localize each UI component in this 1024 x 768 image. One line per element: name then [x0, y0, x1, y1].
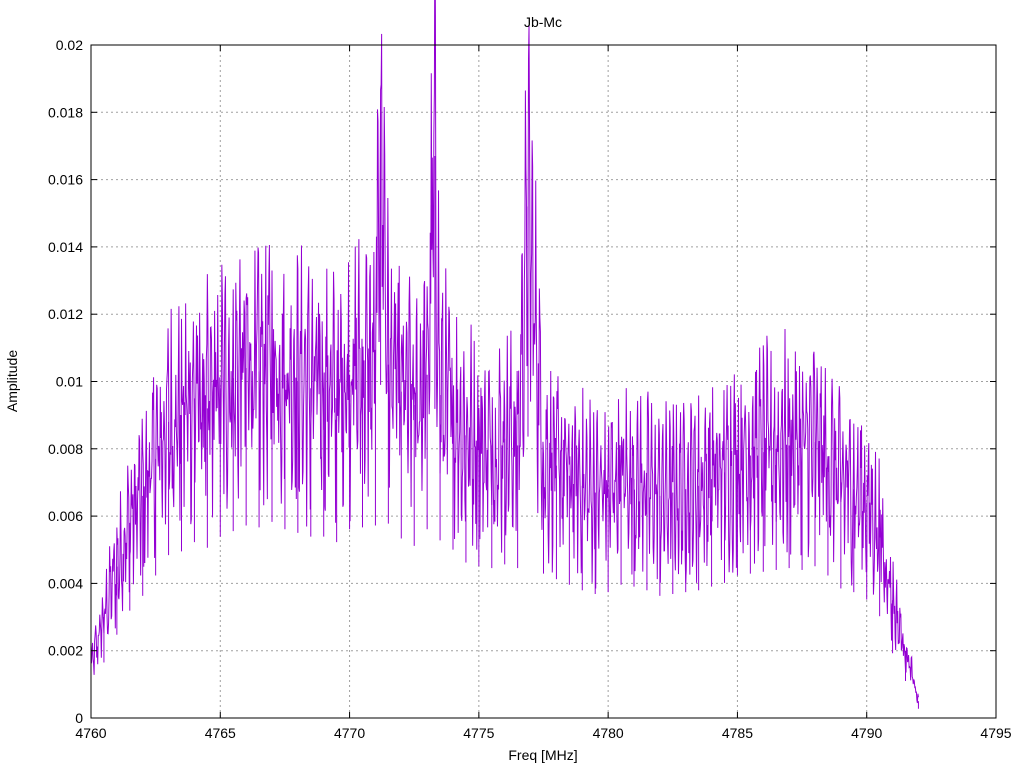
x-tick-label: 4770: [334, 725, 365, 741]
x-tick-label: 4765: [205, 725, 236, 741]
y-tick-label: 0.002: [48, 643, 83, 659]
grid-layer: [91, 45, 996, 718]
y-tick-label: 0.006: [48, 508, 83, 524]
y-tick-label: 0.02: [56, 37, 83, 53]
x-tick-label: 4795: [980, 725, 1011, 741]
x-tick-label: 4780: [593, 725, 624, 741]
y-tick-label: 0.01: [56, 374, 83, 390]
chart-svg: 4760 4765 4770 4775 4780 4785 4790 4795 0 0.002 0.…: [4, 0, 1012, 763]
y-axis-label: Amplitude: [4, 350, 20, 412]
x-tick-label: 4775: [463, 725, 494, 741]
x-tick-label: 4790: [851, 725, 882, 741]
y-tick-label: 0.018: [48, 104, 83, 120]
chart-title: Jb-Mc: [524, 14, 562, 30]
x-tick-label: 4760: [75, 725, 106, 741]
y-tick-label: 0.014: [48, 239, 83, 255]
series-line: [90, 0, 919, 704]
y-tick-label: 0.004: [48, 575, 83, 591]
x-axis-label: Freq [MHz]: [508, 747, 577, 763]
y-tick-label: 0.016: [48, 172, 83, 188]
series-layer: [90, 0, 919, 709]
y-tick-label: 0.008: [48, 441, 83, 457]
y-tick-label: 0.012: [48, 306, 83, 322]
x-tick-label: 4785: [722, 725, 753, 741]
y-tick-label: 0: [75, 710, 83, 726]
